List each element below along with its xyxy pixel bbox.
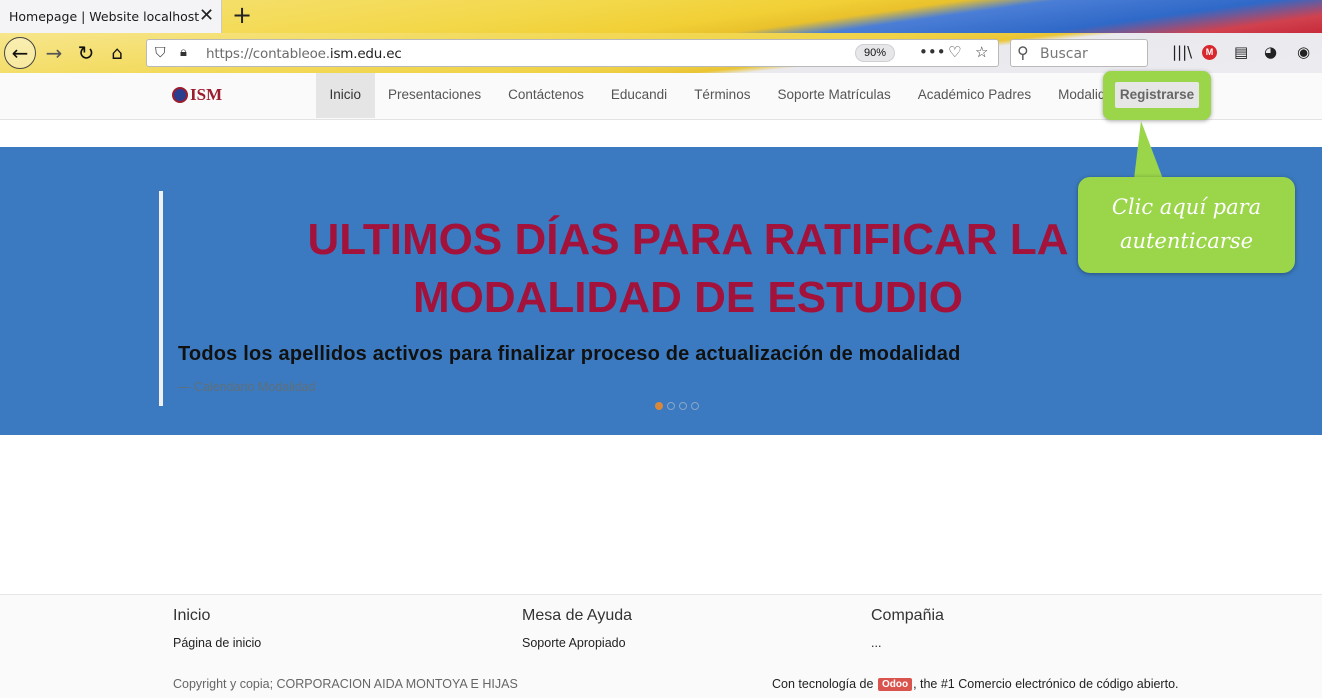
callout-line1: Clic aquí para — [1111, 195, 1262, 219]
lock-icon[interactable]: 🔒︎ — [180, 44, 187, 60]
footer-col-company: Compañia ... — [871, 607, 944, 652]
banner-source: — Calendario Modalidad — [178, 380, 316, 394]
reload-icon[interactable]: ↻ — [70, 37, 102, 69]
nav-item-presentaciones[interactable]: Presentaciones — [375, 73, 495, 118]
nav-item-inicio[interactable]: Inicio — [316, 73, 375, 118]
banner-title: ULTIMOS DÍAS PARA RATIFICAR LA MODALIDAD… — [168, 211, 1208, 327]
url-prefix: https://contableoe. — [206, 46, 330, 62]
logo-text: ISM — [190, 85, 223, 104]
home-icon[interactable]: ⌂ — [101, 37, 133, 69]
nav-item-terminos[interactable]: Términos — [681, 73, 764, 118]
banner-title-line1: ULTIMOS DÍAS PARA RATIFICAR LA — [307, 215, 1069, 264]
footer-heading: Mesa de Ayuda — [522, 607, 633, 624]
site-footer: Inicio Página de inicio Mesa de Ayuda So… — [0, 594, 1322, 698]
mega-extension-icon[interactable]: M — [1202, 45, 1217, 60]
register-highlight: Registrarse — [1103, 71, 1211, 120]
new-tab-icon[interactable]: + — [232, 3, 252, 27]
nav-item-educandi[interactable]: Educandi — [597, 73, 680, 118]
address-bar[interactable]: ⛉ 🔒︎ https://contableoe.ism.edu.ec 90% •… — [146, 39, 999, 67]
reader-view-icon[interactable]: ▤ — [1234, 43, 1248, 61]
search-box[interactable]: ⚲ Buscar — [1010, 39, 1148, 67]
forward-arrow-icon[interactable]: → — [38, 37, 70, 69]
carousel-dot[interactable] — [667, 402, 675, 410]
logo-seal-icon — [172, 87, 188, 103]
footer-link-home[interactable]: Página de inicio — [173, 636, 261, 650]
powered-by: Con tecnología de Odoo, the #1 Comercio … — [772, 677, 1179, 692]
odoo-badge[interactable]: Odoo — [877, 678, 913, 691]
search-placeholder: Buscar — [1040, 46, 1088, 62]
back-arrow-icon[interactable]: ← — [4, 37, 36, 69]
powered-suffix: , the #1 Comercio electrónico de código … — [913, 677, 1179, 691]
footer-heading: Compañia — [871, 607, 944, 624]
carousel-dot[interactable] — [691, 402, 699, 410]
close-icon[interactable]: ✕ — [199, 6, 214, 24]
register-button[interactable]: Registrarse — [1115, 82, 1199, 108]
url-domain: ism.edu.ec — [329, 46, 402, 62]
callout-line2: autenticarse — [1119, 229, 1254, 253]
callout-text: Clic aquí para autenticarse — [1078, 190, 1295, 258]
footer-heading: Inicio — [173, 607, 211, 624]
shield-icon[interactable]: ⛉ — [155, 44, 166, 61]
footer-link-support[interactable]: Soporte Apropiado — [522, 636, 626, 650]
search-icon: ⚲ — [1017, 43, 1029, 62]
pocket-icon[interactable]: ♡ — [948, 43, 961, 61]
url-text[interactable]: https://contableoe.ism.edu.ec — [206, 46, 402, 62]
footer-company-text: ... — [871, 636, 882, 650]
banner-subtitle: Todos los apellidos activos para finaliz… — [178, 343, 961, 365]
tab-title: Homepage | Website localhost — [9, 9, 200, 24]
carousel-dot[interactable] — [655, 402, 663, 410]
browser-toolbar: ← → ↻ ⌂ ⛉ 🔒︎ https://contableoe.ism.edu.… — [0, 33, 1322, 73]
browser-tab[interactable]: Homepage | Website localhost ✕ — [0, 0, 222, 33]
zoom-level[interactable]: 90% — [855, 44, 895, 62]
account-icon[interactable]: ◉ — [1297, 43, 1310, 61]
nav-item-academico-padres[interactable]: Académico Padres — [904, 73, 1044, 118]
carousel-indicators — [655, 402, 699, 410]
bookmark-star-icon[interactable]: ☆ — [975, 43, 988, 61]
callout-bubble: Clic aquí para autenticarse — [1078, 177, 1295, 273]
quote-bar — [159, 191, 163, 406]
carousel-dot[interactable] — [679, 402, 687, 410]
site-logo[interactable]: ISM — [172, 83, 222, 107]
powered-prefix: Con tecnología de — [772, 677, 874, 691]
browser-tab-bar: Homepage | Website localhost ✕ + — [0, 0, 1322, 33]
footer-col-inicio: Inicio Página de inicio — [173, 607, 261, 652]
main-nav: Inicio Presentaciones Contáctenos Educan… — [316, 73, 1134, 118]
library-icon[interactable]: |||\ — [1172, 43, 1192, 61]
banner-title-line2: MODALIDAD DE ESTUDIO — [413, 273, 963, 322]
nav-item-soporte-matriculas[interactable]: Soporte Matrículas — [764, 73, 904, 118]
extension-icon[interactable]: ◕ — [1264, 43, 1277, 61]
callout-pointer — [1134, 121, 1163, 179]
more-actions-icon[interactable]: ••• — [919, 43, 946, 61]
footer-col-help: Mesa de Ayuda Soporte Apropiado — [522, 607, 632, 652]
nav-item-contactenos[interactable]: Contáctenos — [495, 73, 598, 118]
copyright: Copyright y copia; CORPORACION AIDA MONT… — [173, 677, 518, 691]
